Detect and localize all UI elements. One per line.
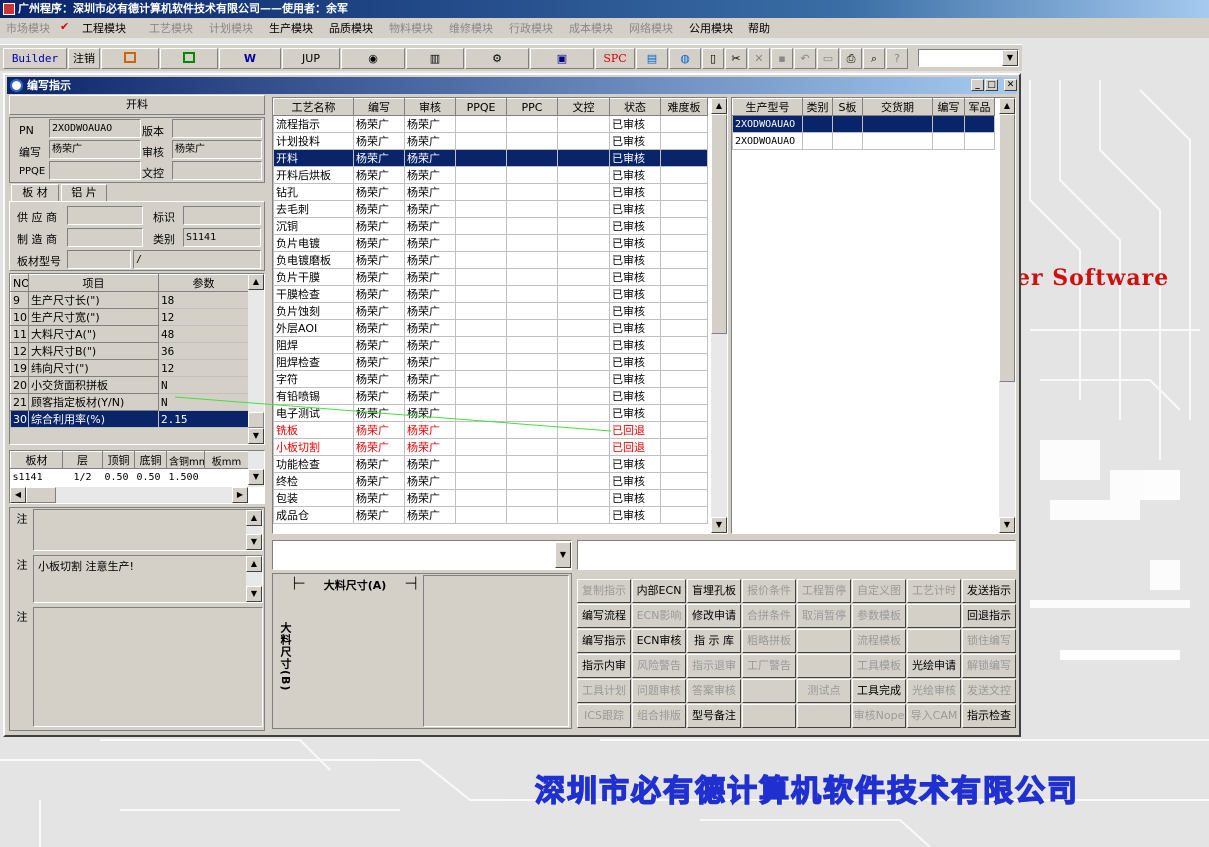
menu-cost[interactable]: 成本模块	[569, 20, 613, 36]
save-icon[interactable]: ▪	[771, 48, 793, 69]
help-icon[interactable]: ?	[886, 48, 908, 69]
eye-icon[interactable]: ◉	[341, 48, 405, 69]
toolbar-dropdown[interactable]: ▼	[918, 49, 1019, 67]
app-title: 广州程序：深圳市必有德计算机软件技术有限公司——使用者：余军	[18, 2, 348, 15]
powerpoint-icon[interactable]	[101, 48, 159, 69]
chevron-down-icon[interactable]: ▼	[1002, 50, 1018, 66]
new-file-icon[interactable]: ▯	[702, 48, 724, 69]
word-icon[interactable]: W	[219, 48, 281, 69]
delete-icon[interactable]: ✕	[748, 48, 770, 69]
menu-common[interactable]: 公用模块	[689, 20, 733, 36]
menu-engineering[interactable]: 工程模块	[82, 20, 126, 36]
computer-icon[interactable]: ▣	[530, 48, 594, 69]
company-watermark: 深圳市必有德计算机软件技术有限公司	[534, 773, 1079, 810]
menu-quality[interactable]: 品质模块	[329, 20, 373, 36]
software-watermark: er Software	[1016, 265, 1170, 291]
cut-icon[interactable]: ✂	[725, 48, 747, 69]
toolbar: Builder 注销 W JUP ◉ ▥ ⚙ ▣ SPC ▤ ◍ ▯ ✂ ✕ ▪…	[0, 44, 1022, 71]
undo-icon[interactable]: ↶	[794, 48, 816, 69]
globe-icon[interactable]: ◍	[669, 48, 701, 69]
app-title-bar: 广州程序：深圳市必有德计算机软件技术有限公司——使用者：余军	[0, 0, 1209, 18]
builder-button[interactable]: Builder	[3, 48, 67, 69]
menu-maintenance[interactable]: 维修模块	[449, 20, 493, 36]
find-icon[interactable]: ⌕	[863, 48, 885, 69]
calculator-icon[interactable]: ▤	[636, 48, 668, 69]
network-icon[interactable]: ⚙	[465, 48, 529, 69]
menu-help[interactable]: 帮助	[748, 20, 770, 36]
menu-market[interactable]: 市场模块	[6, 20, 50, 36]
connector-line	[174, 396, 612, 432]
menu-network[interactable]: 网络模块	[629, 20, 673, 36]
app-icon	[3, 3, 15, 15]
menu-process[interactable]: 工艺模块	[149, 20, 193, 36]
menu-material[interactable]: 物料模块	[389, 20, 433, 36]
print-icon[interactable]: ⎙	[840, 48, 862, 69]
menu-plan[interactable]: 计划模块	[209, 20, 253, 36]
database-icon[interactable]: ▥	[406, 48, 464, 69]
logout-button[interactable]: 注销	[68, 48, 100, 69]
excel-icon[interactable]	[160, 48, 218, 69]
preview-icon[interactable]: ▭	[817, 48, 839, 69]
menu-production[interactable]: 生产模块	[269, 20, 313, 36]
menu-admin[interactable]: 行政模块	[509, 20, 553, 36]
check-icon: ✔	[60, 20, 70, 33]
jup-button[interactable]: JUP	[282, 48, 340, 69]
spc-button[interactable]: SPC	[595, 48, 635, 69]
compose-instruction-window: 编写指示 _ □ ✕ 开料 PN 2XODWOAUAO 版本 编写 杨荣广 审核…	[3, 73, 1021, 737]
menu-bar: 市场模块 ✔ 工程模块 工艺模块 计划模块 生产模块 品质模块 物料模块 维修模…	[0, 18, 1209, 38]
